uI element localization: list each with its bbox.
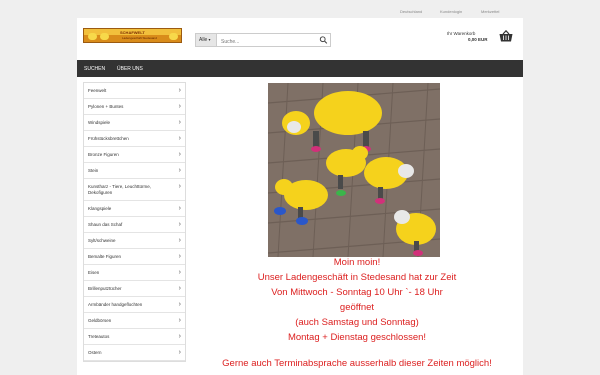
chevron-right-icon: ›	[178, 301, 181, 308]
main-navbar: SUCHEN ÜBER UNS	[77, 60, 523, 77]
search-icon[interactable]	[319, 36, 328, 44]
sidebar-item-label: Geldbörsen	[88, 318, 112, 323]
chevron-right-icon: ›	[178, 269, 181, 276]
sheep-figures-photo	[268, 83, 440, 257]
wishlist-link[interactable]: Merkzettel	[481, 9, 499, 14]
sidebar-item-eisen[interactable]: Eisen ›	[84, 265, 185, 281]
sidebar-item-label: Ostern	[88, 350, 102, 355]
chevron-right-icon: ›	[178, 285, 181, 292]
chevron-right-icon: ›	[178, 253, 181, 260]
message-line: Moin moin!	[333, 257, 381, 268]
sidebar-item-kunstharz[interactable]: Kunstharz - Tiere, Leuchttürme, Dekofigu…	[84, 179, 185, 201]
customer-login-link[interactable]: Kundenlogin	[440, 9, 462, 14]
sidebar-item-label: Bemalte Figuren	[88, 254, 122, 259]
chevron-right-icon: ›	[178, 167, 181, 174]
message-line: Unser Ladengeschäft in Stedesand hat zur…	[257, 272, 457, 283]
sidebar-item-feenwelt[interactable]: Feenwelt ›	[84, 83, 185, 99]
chevron-right-icon: ›	[178, 221, 181, 228]
sidebar-item-label: Klangspiele	[88, 206, 112, 211]
sidebar-item-syltschweine[interactable]: Sylt/schweine ›	[84, 233, 185, 249]
sidebar-item-treteautos[interactable]: Treteautos ›	[84, 329, 185, 345]
sidebar-item-label: Pylonen + Buntes	[88, 104, 124, 109]
sidebar-item-windspiele[interactable]: Windspiele ›	[84, 115, 185, 131]
sidebar-item-armbaender[interactable]: Armbänder handgeflochten ›	[84, 297, 185, 313]
message-line: Von Mittwoch - Sonntag 10 Uhr `- 18 Uhr	[271, 287, 443, 298]
sidebar-item-label: Frühstücksbrettchen	[88, 136, 129, 141]
chevron-right-icon: ›	[178, 349, 181, 356]
sidebar-item-stein[interactable]: Stein ›	[84, 163, 185, 179]
sidebar-item-label: Eisen	[88, 270, 100, 275]
sidebar-item-label: Stein	[88, 168, 99, 173]
sidebar-item-fruehstuecksbrettchen[interactable]: Frühstücksbrettchen ›	[84, 131, 185, 147]
sidebar-item-bronze-figuren[interactable]: Bronze Figuren ›	[84, 147, 185, 163]
sidebar-item-label: Brillenputztücher	[88, 286, 122, 291]
chevron-right-icon: ›	[178, 119, 181, 126]
cart-total[interactable]: 0,00 EUR	[468, 37, 488, 42]
chevron-down-icon: ▾	[207, 37, 211, 42]
chevron-right-icon: ›	[178, 237, 181, 244]
chevron-right-icon: ›	[178, 183, 181, 190]
message-line: geöffnet	[339, 302, 375, 313]
logo-sheep-icon	[169, 33, 178, 40]
sidebar-item-label: Armbänder handgeflochten	[88, 302, 143, 307]
logo-text: SCHAFWELT	[120, 30, 145, 35]
search-input[interactable]	[219, 34, 311, 46]
sidebar-item-pylonen[interactable]: Pylonen + Buntes ›	[84, 99, 185, 115]
sidebar-item-label: Treteautos	[88, 334, 110, 339]
sidebar-item-label: Shaun das Schaf	[88, 222, 123, 227]
sidebar-item-ostern[interactable]: Ostern ›	[84, 345, 185, 361]
chevron-right-icon: ›	[178, 103, 181, 110]
sidebar-item-label: Kunstharz - Tiere, Leuchttürme, Dekofigu…	[88, 184, 152, 195]
chevron-right-icon: ›	[178, 87, 181, 94]
nav-about-us[interactable]: ÜBER UNS	[117, 66, 143, 72]
sidebar-item-label: Windspiele	[88, 120, 111, 125]
logo-subtext: Ladengeschäft Stedesand	[122, 36, 157, 40]
search-bar: Alle ▾	[195, 33, 331, 47]
nav-search[interactable]: SUCHEN	[84, 66, 105, 72]
sidebar-item-shaun-das-schaf[interactable]: Shaun das Schaf ›	[84, 217, 185, 233]
search-category-select[interactable]: Alle ▾	[196, 34, 217, 46]
basket-icon[interactable]	[499, 30, 513, 42]
chevron-right-icon: ›	[178, 135, 181, 142]
sidebar-item-label: Bronze Figuren	[88, 152, 119, 157]
message-line: Montag + Dienstag geschlossen!	[287, 332, 427, 343]
sidebar-item-label: Feenwelt	[88, 88, 107, 93]
chevron-right-icon: ›	[178, 151, 181, 158]
sidebar-item-bemalte-figuren[interactable]: Bemalte Figuren ›	[84, 249, 185, 265]
message-line: Gerne auch Terminabsprache ausserhalb di…	[222, 358, 492, 369]
language-link[interactable]: Deutschland	[400, 9, 422, 14]
top-bar: Deutschland Kundenlogin Merkzettel	[0, 0, 600, 18]
logo-sheep-icon	[100, 33, 109, 40]
chevron-right-icon: ›	[178, 333, 181, 340]
page-container: SCHAFWELT Ladengeschäft Stedesand Alle ▾…	[77, 18, 523, 375]
sidebar-item-brillenputztuecher[interactable]: Brillenputztücher ›	[84, 281, 185, 297]
message-line: (auch Samstag und Sonntag)	[295, 317, 419, 328]
cart-title[interactable]: Ihr Warenkorb	[447, 31, 475, 36]
sidebar-item-klangspiele[interactable]: Klangspiele ›	[84, 201, 185, 217]
shop-logo[interactable]: SCHAFWELT Ladengeschäft Stedesand	[83, 28, 182, 43]
sidebar-item-label: Sylt/schweine	[88, 238, 116, 243]
logo-sheep-icon	[88, 33, 97, 40]
sidebar-item-geldboersen[interactable]: Geldbörsen ›	[84, 313, 185, 329]
chevron-right-icon: ›	[178, 205, 181, 212]
chevron-right-icon: ›	[178, 317, 181, 324]
category-sidebar: Feenwelt › Pylonen + Buntes › Windspiele › …	[83, 82, 186, 362]
